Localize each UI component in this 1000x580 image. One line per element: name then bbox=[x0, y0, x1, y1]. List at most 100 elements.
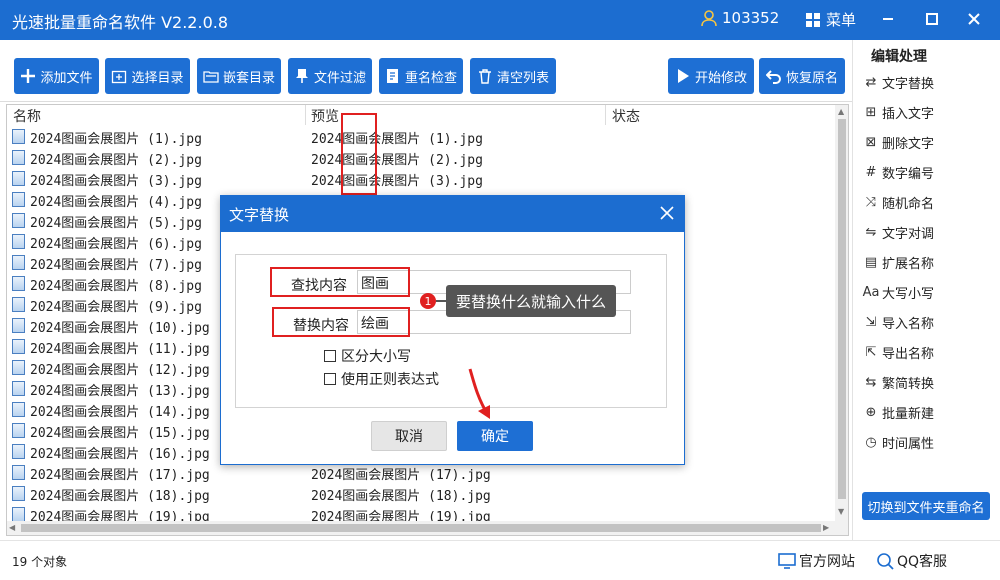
table-row[interactable]: 2024图画会展图片 (18).jpg 2024图画会展图片 (18).jpg bbox=[7, 483, 837, 504]
clear-list-label: 清空列表 bbox=[496, 70, 549, 86]
pointer-arrow-icon bbox=[468, 368, 490, 419]
undo-icon bbox=[765, 70, 781, 84]
user-account[interactable]: 103352 bbox=[700, 9, 779, 27]
column-divider[interactable] bbox=[605, 105, 606, 125]
folder-tree-icon bbox=[203, 71, 219, 83]
dialog-title: 文字替换 bbox=[229, 206, 290, 224]
sidebar-item[interactable]: ⇲ 导入名称 bbox=[863, 311, 934, 333]
dialog-title-bar[interactable]: 文字替换 bbox=[221, 196, 684, 232]
scroll-left-icon[interactable]: ◀ bbox=[9, 523, 15, 532]
maximize-icon bbox=[926, 13, 938, 25]
user-id: 103352 bbox=[722, 9, 780, 27]
file-name-cell: 2024图画会展图片 (10).jpg bbox=[30, 321, 210, 336]
sidebar-item-label: 大写小写 bbox=[882, 286, 935, 302]
checkbox-square[interactable] bbox=[324, 373, 336, 385]
sidebar-item[interactable]: ◷ 时间属性 bbox=[863, 431, 934, 453]
column-preview-header[interactable]: 预览 bbox=[311, 106, 339, 126]
image-file-icon bbox=[12, 360, 25, 375]
file-name-cell: 2024图画会展图片 (17).jpg bbox=[30, 468, 210, 483]
file-name-cell: 2024图画会展图片 (1).jpg bbox=[30, 132, 202, 147]
scroll-right-icon[interactable]: ▶ bbox=[823, 523, 829, 532]
clock-icon: ◷ bbox=[865, 434, 877, 450]
vertical-scrollbar[interactable]: ▲ ▼ bbox=[835, 105, 848, 535]
qq-icon bbox=[877, 553, 894, 570]
sidebar-item[interactable]: ⊕ 批量新建 bbox=[863, 401, 934, 423]
sidebar-item-label: 插入文字 bbox=[882, 106, 935, 122]
file-name-cell: 2024图画会展图片 (16).jpg bbox=[30, 447, 210, 462]
official-site-link[interactable]: 官方网站 bbox=[778, 551, 855, 571]
clear-list-button[interactable]: 清空列表 bbox=[470, 58, 556, 94]
image-file-icon bbox=[12, 402, 25, 417]
file-name-cell: 2024图画会展图片 (4).jpg bbox=[30, 195, 202, 210]
duplicate-check-button[interactable]: 重名检查 bbox=[379, 58, 463, 94]
sidebar-item[interactable]: # 数字编号 bbox=[863, 161, 934, 183]
close-button[interactable] bbox=[962, 8, 986, 30]
cancel-button[interactable]: 取消 bbox=[371, 421, 447, 451]
sidebar-item[interactable]: ⊞ 插入文字 bbox=[863, 101, 934, 123]
sidebar-item[interactable]: Aa 大写小写 bbox=[863, 281, 934, 303]
shuffle-icon: ⤨ bbox=[865, 194, 877, 210]
annotation-badge: 1 bbox=[420, 293, 436, 309]
number-icon: # bbox=[865, 164, 877, 180]
swap-icon: ⇋ bbox=[865, 224, 877, 240]
checkbox-square[interactable] bbox=[324, 350, 336, 362]
table-row[interactable]: 2024图画会展图片 (3).jpg 2024图画会展图片 (3).jpg bbox=[7, 168, 837, 189]
image-file-icon bbox=[12, 318, 25, 333]
select-folder-label: 选择目录 bbox=[131, 70, 184, 86]
vertical-scroll-thumb[interactable] bbox=[838, 119, 846, 499]
qq-support-link[interactable]: QQ客服 bbox=[876, 551, 947, 571]
column-divider[interactable] bbox=[305, 105, 306, 125]
scroll-down-icon[interactable]: ▼ bbox=[838, 507, 844, 516]
add-file-label: 添加文件 bbox=[40, 70, 93, 86]
sidebar-item[interactable]: ▤ 扩展名称 bbox=[863, 251, 934, 273]
official-site-label: 官方网站 bbox=[799, 554, 855, 570]
sidebar-item[interactable]: ⇋ 文字对调 bbox=[863, 221, 934, 243]
column-status-header[interactable]: 状态 bbox=[612, 106, 640, 126]
sidebar-item[interactable]: ⇄ 文字替换 bbox=[863, 71, 934, 93]
file-preview-cell: 2024图画会展图片 (3).jpg bbox=[311, 174, 483, 189]
add-file-button[interactable]: 添加文件 bbox=[14, 58, 99, 94]
image-file-icon bbox=[12, 297, 25, 312]
file-preview-cell: 2024图画会展图片 (17).jpg bbox=[311, 468, 491, 483]
minimize-button[interactable] bbox=[876, 8, 900, 30]
horizontal-scrollbar[interactable]: ◀ ▶ bbox=[7, 521, 835, 535]
horizontal-scroll-thumb[interactable] bbox=[21, 524, 821, 532]
regex-checkbox[interactable]: 使用正则表达式 bbox=[324, 369, 439, 389]
sidebar-item-label: 数字编号 bbox=[882, 166, 935, 182]
table-row[interactable]: 2024图画会展图片 (2).jpg 2024图画会展图片 (2).jpg bbox=[7, 147, 837, 168]
batch-create-icon: ⊕ bbox=[865, 404, 877, 420]
table-row[interactable]: 2024图画会展图片 (17).jpg 2024图画会展图片 (17).jpg bbox=[7, 462, 837, 483]
start-rename-button[interactable]: 开始修改 bbox=[668, 58, 754, 94]
ok-button[interactable]: 确定 bbox=[457, 421, 533, 451]
sidebar-item[interactable]: ⤨ 随机命名 bbox=[863, 191, 934, 213]
check-doc-icon bbox=[387, 69, 398, 83]
folder-plus-icon bbox=[112, 70, 127, 84]
table-row[interactable]: 2024图画会展图片 (1).jpg 2024图画会展图片 (1).jpg bbox=[7, 126, 837, 147]
file-name-cell: 2024图画会展图片 (13).jpg bbox=[30, 384, 210, 399]
file-name-cell: 2024图画会展图片 (12).jpg bbox=[30, 363, 210, 378]
image-file-icon bbox=[12, 171, 25, 186]
dialog-close-icon[interactable] bbox=[659, 205, 675, 221]
file-name-cell: 2024图画会展图片 (15).jpg bbox=[30, 426, 210, 441]
sidebar-item[interactable]: ⊠ 删除文字 bbox=[863, 131, 934, 153]
sidebar-item-label: 导入名称 bbox=[882, 316, 935, 332]
image-file-icon bbox=[12, 486, 25, 501]
file-preview-cell: 2024图画会展图片 (2).jpg bbox=[311, 153, 483, 168]
sidebar-item[interactable]: ⇆ 繁简转换 bbox=[863, 371, 934, 393]
menu-button[interactable]: 菜单 bbox=[806, 9, 856, 30]
switch-folder-rename-button[interactable]: 切换到文件夹重命名 bbox=[862, 492, 990, 520]
restore-name-button[interactable]: 恢复原名 bbox=[759, 58, 845, 94]
image-file-icon bbox=[12, 381, 25, 396]
select-folder-button[interactable]: 选择目录 bbox=[105, 58, 190, 94]
convert-icon: ⇆ bbox=[865, 374, 877, 390]
annotation-connector bbox=[436, 300, 446, 302]
file-filter-button[interactable]: 文件过滤 bbox=[288, 58, 372, 94]
column-name-header[interactable]: 名称 bbox=[13, 106, 41, 126]
sidebar-item[interactable]: ⇱ 导出名称 bbox=[863, 341, 934, 363]
file-name-cell: 2024图画会展图片 (5).jpg bbox=[30, 216, 202, 231]
scroll-up-icon[interactable]: ▲ bbox=[838, 107, 844, 116]
nested-folder-button[interactable]: 嵌套目录 bbox=[197, 58, 281, 94]
annotation-text: 要替换什么就输入什么 bbox=[446, 285, 617, 317]
case-sensitive-checkbox[interactable]: 区分大小写 bbox=[324, 346, 411, 366]
maximize-button[interactable] bbox=[920, 8, 944, 30]
